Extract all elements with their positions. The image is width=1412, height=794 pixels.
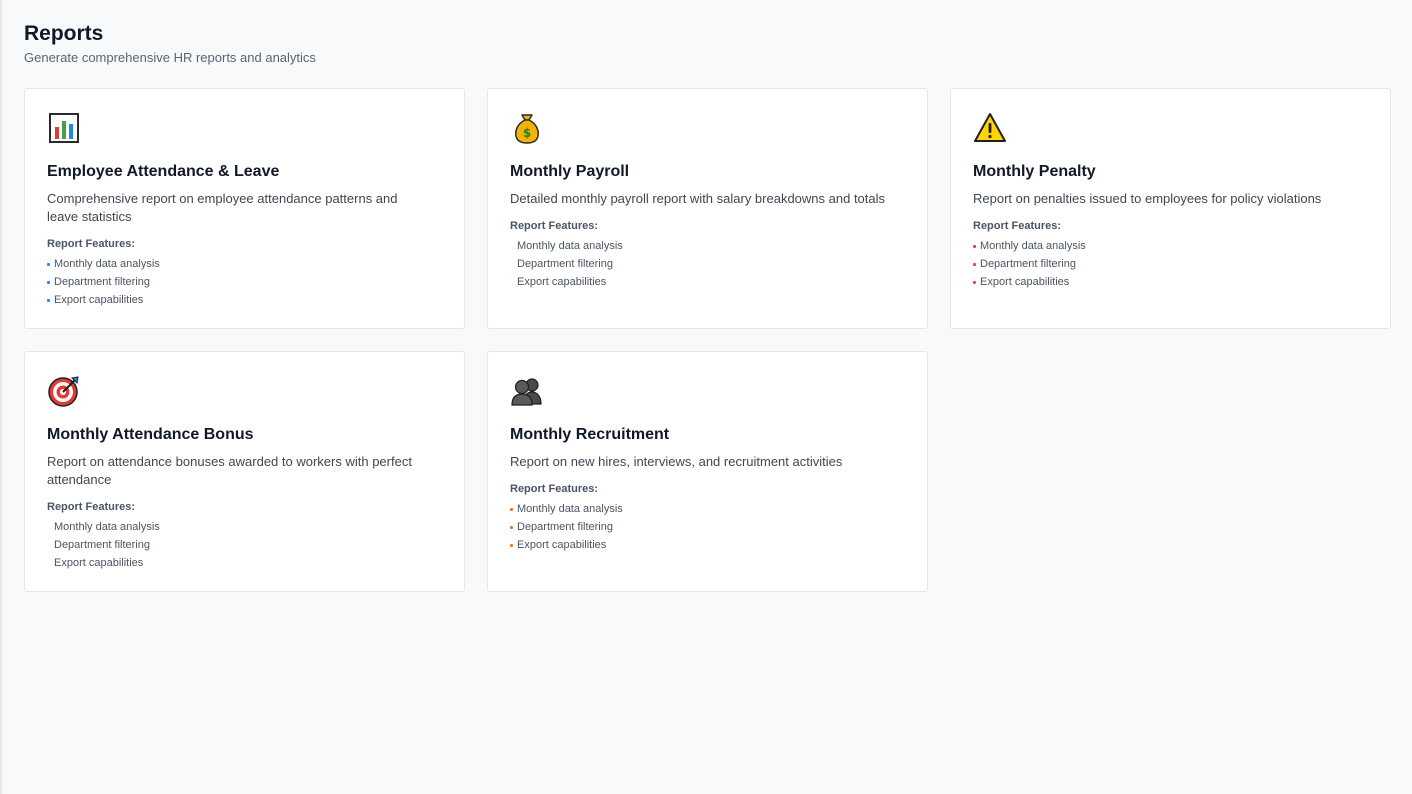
- feature-item: Export capabilities: [47, 291, 442, 309]
- bullet-icon: [47, 543, 50, 547]
- feature-item: Monthly data analysis: [510, 237, 905, 255]
- svg-text:$: $: [523, 126, 531, 140]
- report-card-grid: Employee Attendance & Leave Comprehensiv…: [24, 88, 1391, 592]
- card-title: Employee Attendance & Leave: [47, 163, 280, 180]
- bar-chart-icon: [49, 113, 79, 143]
- card-title: Monthly Payroll: [510, 163, 630, 180]
- bullet-icon: [47, 525, 50, 529]
- bullet-icon: [47, 280, 50, 284]
- features-list: Monthly data analysis Department filteri…: [510, 500, 905, 554]
- feature-label: Export capabilities: [980, 276, 1070, 288]
- features-label: Report Features:: [510, 483, 599, 495]
- feature-item: Department filtering: [510, 518, 905, 536]
- bullet-icon: [510, 543, 513, 547]
- bullet-icon: [510, 507, 513, 511]
- card-description: Report on attendance bonuses awarded to …: [47, 454, 412, 487]
- feature-item: Department filtering: [47, 536, 442, 554]
- feature-label: Export capabilities: [54, 557, 144, 569]
- feature-item: Export capabilities: [510, 273, 905, 291]
- feature-label: Monthly data analysis: [517, 503, 623, 515]
- feature-label: Monthly data analysis: [54, 258, 160, 270]
- target-icon: [48, 376, 79, 407]
- feature-item: Department filtering: [47, 273, 442, 291]
- features-label: Report Features:: [973, 220, 1062, 232]
- people-icon: [511, 378, 542, 406]
- feature-item: Monthly data analysis: [510, 500, 905, 518]
- card-title: Monthly Penalty: [973, 163, 1096, 180]
- feature-item: Department filtering: [510, 255, 905, 273]
- features-list: Monthly data analysis Department filteri…: [973, 237, 1368, 291]
- report-card-recruitment[interactable]: Monthly Recruitment Report on new hires,…: [487, 351, 928, 592]
- features-list: Monthly data analysis Department filteri…: [47, 518, 442, 572]
- card-description: Comprehensive report on employee attenda…: [47, 191, 398, 224]
- feature-item: Department filtering: [973, 255, 1368, 273]
- feature-item: Monthly data analysis: [973, 237, 1368, 255]
- feature-label: Export capabilities: [517, 539, 607, 551]
- feature-label: Department filtering: [517, 258, 613, 270]
- report-card-penalty[interactable]: Monthly Penalty Report on penalties issu…: [950, 88, 1391, 329]
- features-label: Report Features:: [47, 501, 136, 513]
- bullet-icon: [510, 262, 513, 266]
- bullet-icon: [973, 280, 976, 284]
- report-card-attendance-bonus[interactable]: Monthly Attendance Bonus Report on atten…: [24, 351, 465, 592]
- card-description: Detailed monthly payroll report with sal…: [510, 191, 886, 206]
- money-bag-icon: $: [515, 114, 539, 144]
- bullet-icon: [47, 561, 50, 565]
- feature-label: Export capabilities: [54, 294, 144, 306]
- feature-item: Monthly data analysis: [47, 518, 442, 536]
- bullet-icon: [510, 280, 513, 284]
- feature-item: Export capabilities: [510, 536, 905, 554]
- card-title: Monthly Recruitment: [510, 426, 670, 443]
- bullet-icon: [973, 262, 976, 266]
- features-label: Report Features:: [510, 220, 599, 232]
- card-description: Report on new hires, interviews, and rec…: [510, 454, 843, 469]
- feature-item: Export capabilities: [47, 554, 442, 572]
- features-label: Report Features:: [47, 238, 136, 250]
- features-list: Monthly data analysis Department filteri…: [510, 237, 905, 291]
- bullet-icon: [510, 525, 513, 529]
- page-subtitle: Generate comprehensive HR reports and an…: [24, 50, 316, 65]
- bullet-icon: [510, 244, 513, 248]
- feature-label: Department filtering: [980, 258, 1076, 270]
- feature-label: Monthly data analysis: [980, 240, 1086, 252]
- page-title: Reports: [24, 22, 104, 45]
- bullet-icon: [47, 298, 50, 302]
- warning-icon: [974, 113, 1006, 142]
- report-card-payroll[interactable]: $ Monthly Payroll Detailed monthly payro…: [487, 88, 928, 329]
- bullet-icon: [973, 244, 976, 248]
- bullet-icon: [47, 262, 50, 266]
- feature-label: Export capabilities: [517, 276, 607, 288]
- feature-item: Export capabilities: [973, 273, 1368, 291]
- feature-item: Monthly data analysis: [47, 255, 442, 273]
- card-title: Monthly Attendance Bonus: [47, 426, 254, 443]
- report-card-attendance-leave[interactable]: Employee Attendance & Leave Comprehensiv…: [24, 88, 465, 329]
- feature-label: Department filtering: [517, 521, 613, 533]
- features-list: Monthly data analysis Department filteri…: [47, 255, 442, 309]
- feature-label: Department filtering: [54, 539, 150, 551]
- feature-label: Monthly data analysis: [517, 240, 623, 252]
- reports-page: Reports Generate comprehensive HR report…: [24, 20, 1391, 592]
- feature-label: Monthly data analysis: [54, 521, 160, 533]
- card-description: Report on penalties issued to employees …: [973, 191, 1322, 206]
- window-edge: [0, 0, 2, 794]
- feature-label: Department filtering: [54, 276, 150, 288]
